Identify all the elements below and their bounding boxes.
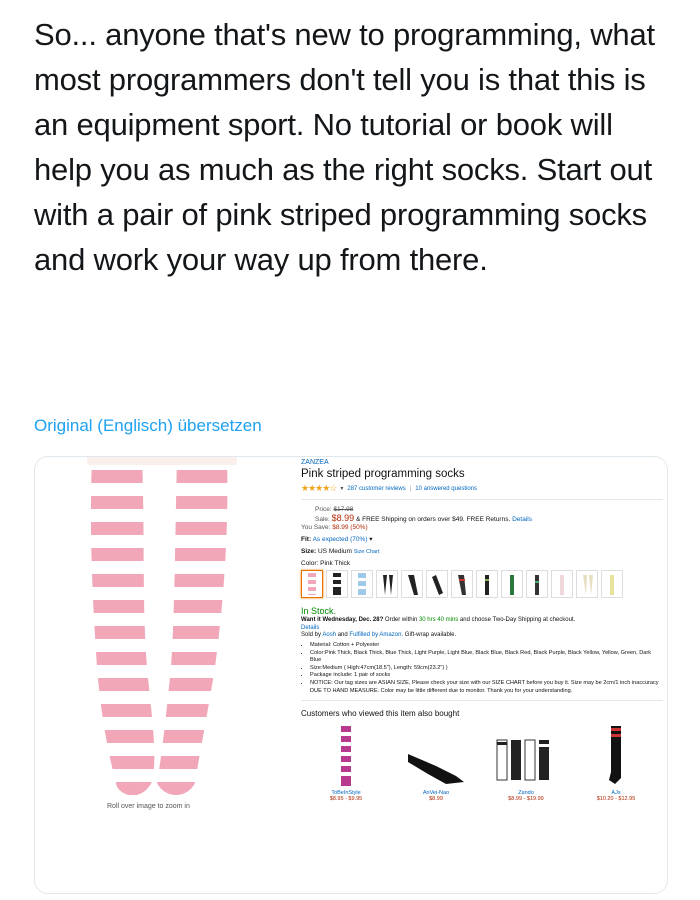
size-chart-link[interactable]: Size Chart [354, 549, 380, 555]
color-swatches [301, 570, 663, 598]
swatch-black-blue[interactable] [426, 570, 448, 598]
tweet-media-image[interactable]: Roll over image to zoom in ZANZEA Pink s… [34, 456, 668, 894]
list-item: Size:Medium ( High:47cm(18.5"), Length: … [310, 665, 663, 673]
swatch-pink-thick[interactable] [301, 570, 323, 598]
list-price: $17.98 [333, 506, 354, 513]
also-bought-item[interactable]: ToBeInStyle $8.95 - $9.95 [301, 724, 391, 802]
product-thumbnail[interactable] [391, 724, 481, 786]
translate-link[interactable]: Original (Englisch) übersetzen [34, 416, 262, 436]
rating-row: ★★★★☆ ▾ 287 customer reviews | 10 answer… [301, 483, 663, 494]
list-item: Color:Pink Thick, Black Thick, Blue Thic… [310, 650, 663, 665]
delivery-order-within: Order within [384, 617, 418, 623]
size-label: Size: [301, 548, 317, 555]
swatch-light-blue[interactable] [401, 570, 423, 598]
product-brand[interactable]: ZANZEA [301, 459, 663, 466]
feature-bullets: Material: Cotton + Polyester Color:Pink … [301, 642, 663, 695]
swatch-black-purple[interactable] [476, 570, 498, 598]
divider [301, 499, 663, 500]
swatch-green[interactable] [551, 570, 573, 598]
product-thumbnail[interactable] [571, 724, 661, 786]
fit-label: Fit: [301, 536, 312, 543]
swatch-black-red[interactable] [451, 570, 473, 598]
zoom-hint: Roll over image to zoom in [107, 803, 190, 810]
chevron-down-icon[interactable]: ▾ [369, 536, 372, 543]
stock-status: In Stock. [301, 606, 337, 616]
divider [301, 700, 663, 702]
reviews-link[interactable]: 287 customer reviews [347, 486, 405, 492]
sale-price: $8.99 [331, 513, 355, 523]
product-thumbnail[interactable] [301, 724, 391, 787]
seller-link[interactable]: Aosh [322, 632, 336, 638]
also-bought-item[interactable]: Zando $8.99 - $19.99 [481, 724, 571, 802]
color-row: Color: Pink Thick [301, 560, 663, 567]
list-item: Material: Cotton + Polyester [310, 642, 663, 650]
swatch-black-yellow[interactable] [501, 570, 523, 598]
separator: | [409, 485, 412, 492]
sold-by-label: Sold by [301, 632, 322, 638]
swatch-extra[interactable] [601, 570, 623, 598]
product-thumbnail[interactable] [481, 724, 571, 786]
gift-wrap: Gift-wrap available. [404, 632, 457, 638]
size-value[interactable]: US Medium [318, 548, 352, 555]
also-bought-price: $8.99 - $19.99 [508, 796, 544, 803]
questions-link[interactable]: 10 answered questions [415, 486, 477, 492]
details-link[interactable]: Details [512, 516, 532, 523]
you-save-amount: $8.99 (50%) [332, 524, 368, 531]
product-image-socks[interactable] [87, 457, 237, 802]
price-block: Price: $17.98 Sale: $8.99 & FREE Shippin… [315, 505, 663, 524]
also-bought-item[interactable]: AnVei-Nao $8.99 [391, 724, 481, 802]
fit-value[interactable]: As expected (70%) [313, 536, 368, 543]
also-bought-price: $10.20 - $12.95 [596, 796, 636, 803]
color-value: Pink Thick [320, 560, 351, 567]
delivery-info: Want it Wednesday, Dec. 28? Order within… [301, 616, 663, 632]
sold-by-and: and [337, 632, 348, 638]
swatch-dark-blue[interactable] [576, 570, 598, 598]
swatch-blue-thick[interactable] [351, 570, 373, 598]
fit-row[interactable]: Fit: As expected (70%) ▾ [301, 535, 663, 543]
you-save-label: You Save: [301, 524, 331, 531]
sale-label: Sale: [315, 516, 330, 523]
also-bought-price: $8.95 - $9.95 [329, 796, 363, 803]
delivery-details-link[interactable]: Details [301, 624, 663, 632]
chevron-down-icon[interactable]: ▾ [340, 485, 343, 492]
swatch-light-purple[interactable] [376, 570, 398, 598]
delivery-countdown: 30 hrs 40 mins [418, 617, 459, 623]
fulfilled-link[interactable]: Fulfilled by Amazon. [349, 632, 403, 638]
swatch-black-thick[interactable] [326, 570, 348, 598]
delivery-shipping: and choose Two-Day Shipping at checkout. [459, 617, 576, 623]
also-bought-title: Customers who viewed this item also boug… [301, 709, 460, 719]
swatch-yellow[interactable] [526, 570, 548, 598]
product-details: ZANZEA Pink striped programming socks ★★… [301, 459, 663, 802]
color-label: Color: [301, 560, 319, 567]
also-bought-item[interactable]: AJs $10.20 - $12.95 [571, 724, 661, 802]
size-row: Size: US Medium Size Chart [301, 548, 663, 555]
list-item: NOTICE: Our tag sizes are ASIAN SIZE, Pl… [310, 680, 663, 695]
list-item: Package include: 1 pair of socks [310, 672, 663, 680]
sold-by: Sold by Aosh and Fulfilled by Amazon. Gi… [301, 632, 663, 638]
shipping-info: & FREE Shipping on orders over $49. [355, 516, 465, 523]
star-rating-icon[interactable]: ★★★★☆ [301, 483, 337, 494]
free-returns: FREE Returns. [466, 516, 511, 523]
price-label: Price: [315, 506, 332, 513]
also-bought-price: $8.99 [429, 796, 443, 803]
also-bought-list: ToBeInStyle $8.95 - $9.95 AnVei-Nao $8.9… [301, 724, 663, 802]
you-save-row: You Save: $8.99 (50%) [301, 524, 663, 531]
delivery-date: Want it Wednesday, Dec. 28? [301, 617, 384, 623]
product-title: Pink striped programming socks [301, 468, 465, 480]
tweet-text: So... anyone that's new to programming, … [34, 17, 655, 277]
